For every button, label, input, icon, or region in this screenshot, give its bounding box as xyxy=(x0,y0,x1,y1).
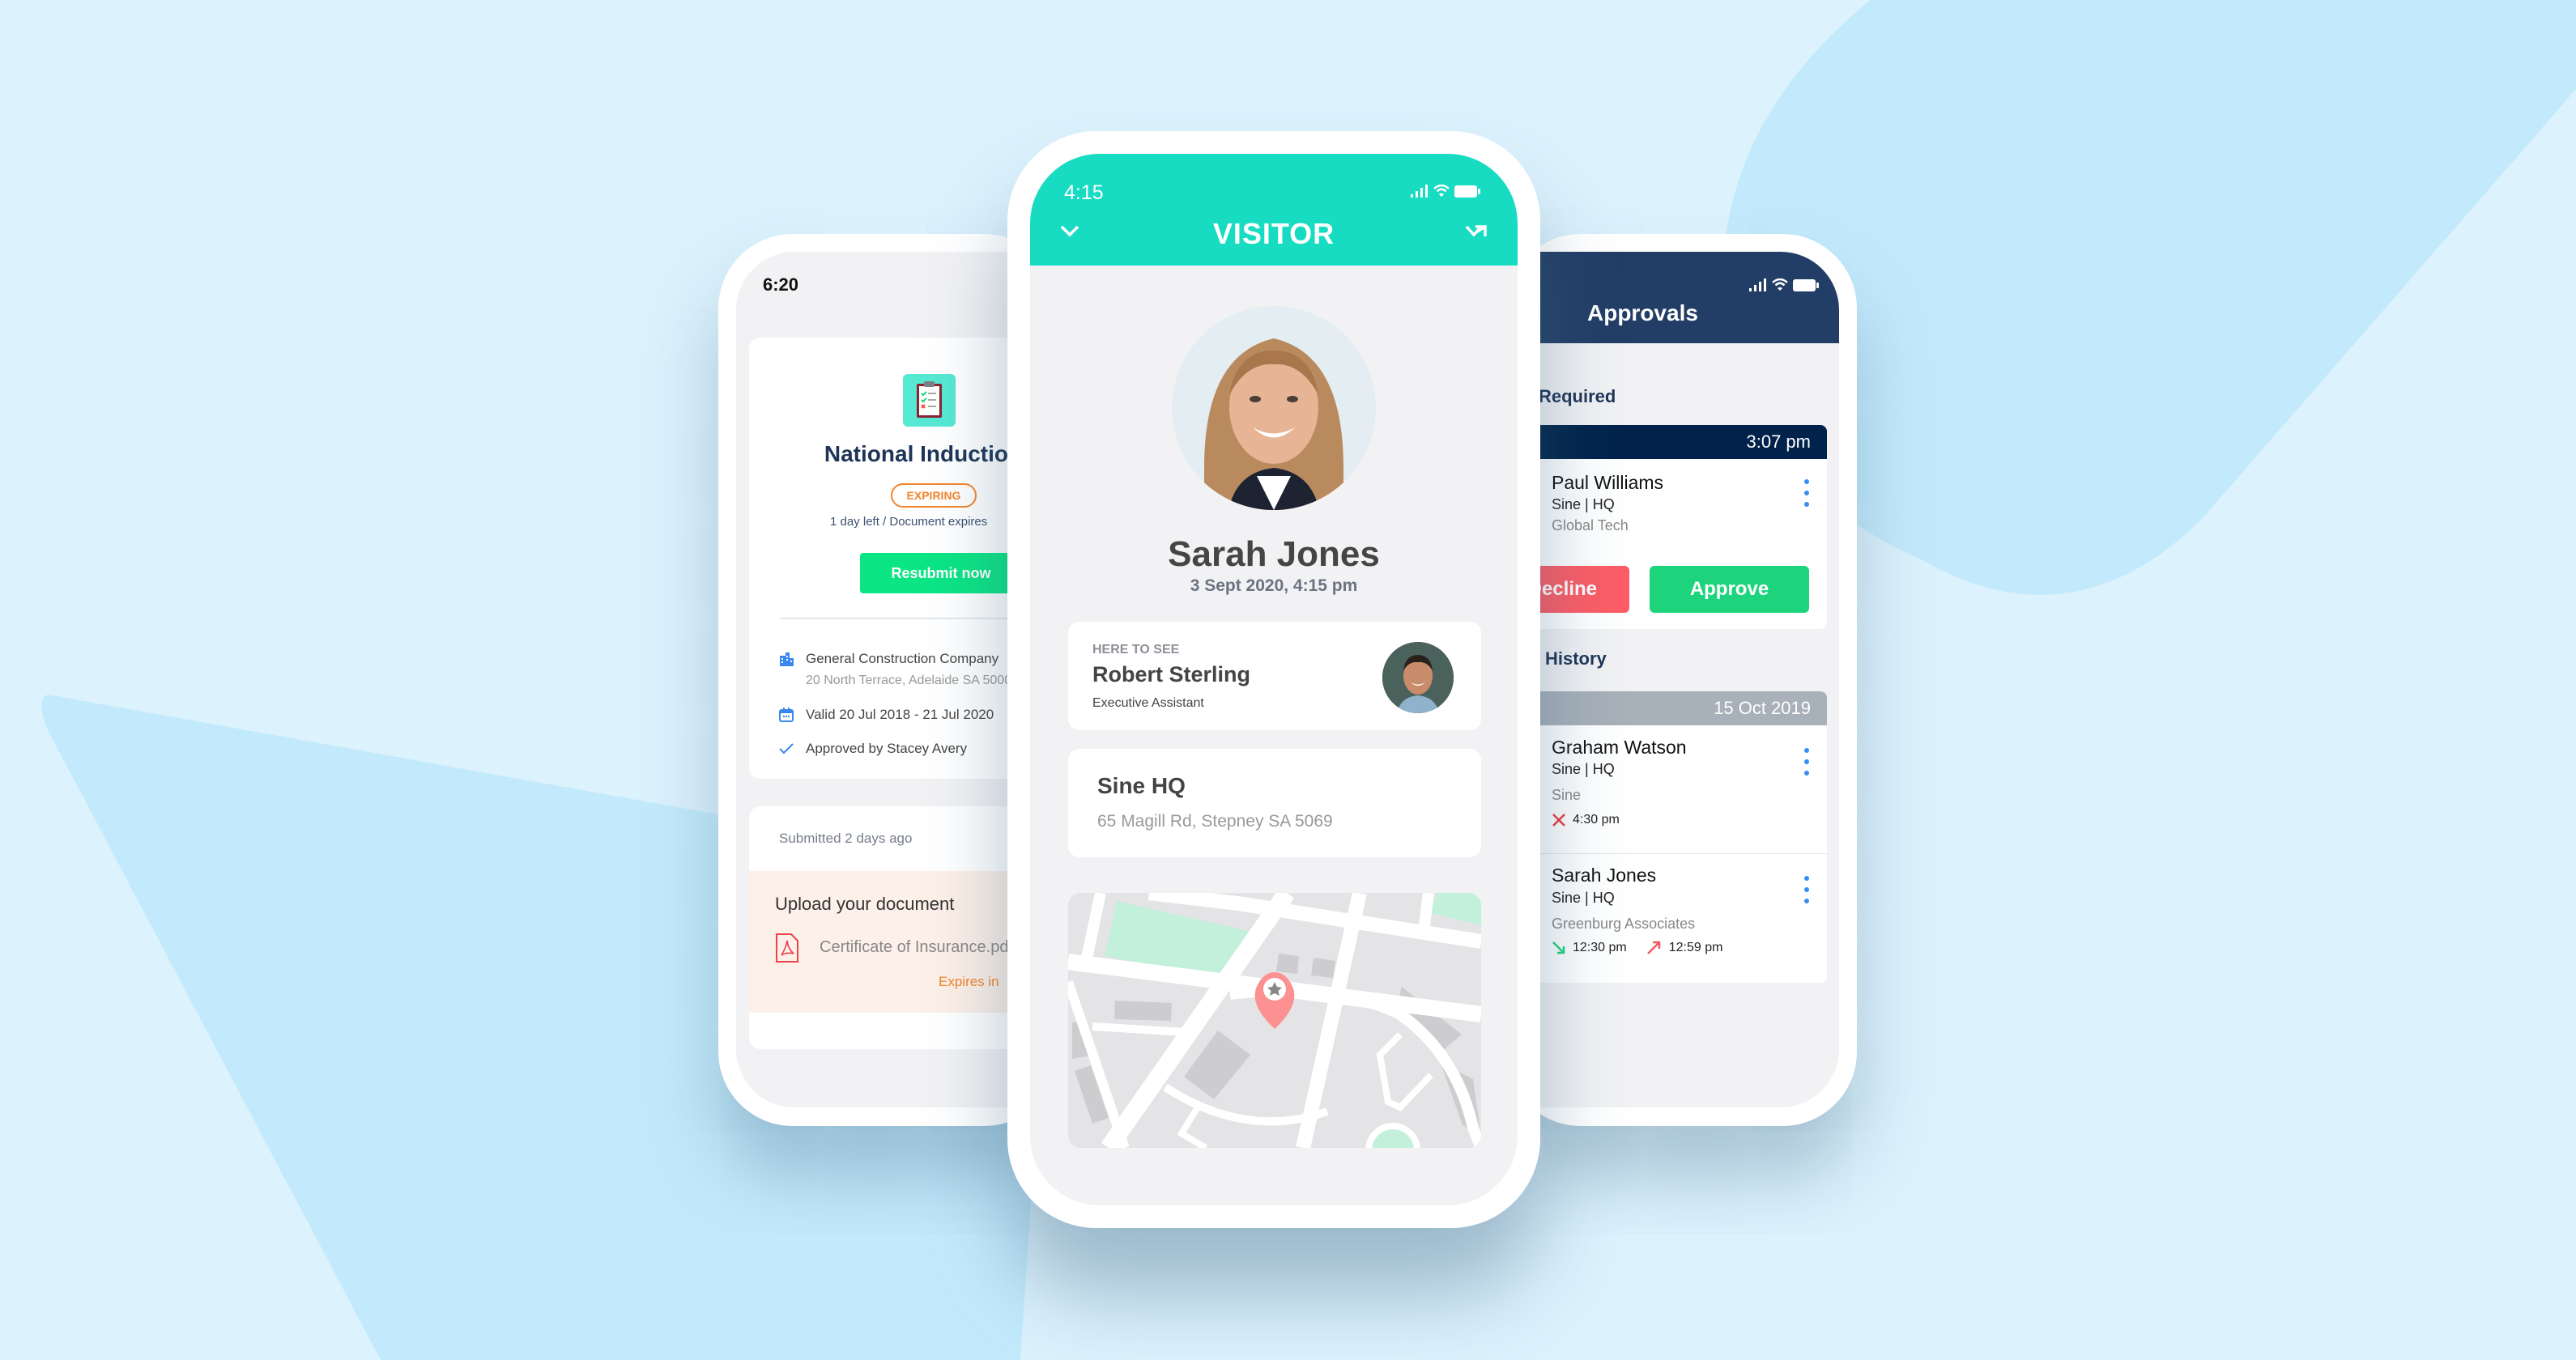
check-icon xyxy=(778,741,794,757)
wifi-icon xyxy=(1772,278,1788,291)
entry-time: 4:30 pm xyxy=(1573,813,1620,827)
status-bar-icons xyxy=(1749,278,1819,291)
host-role: Executive Assistant xyxy=(1092,696,1204,710)
expiring-badge: EXPIRING xyxy=(891,483,977,508)
host-name: Robert Sterling xyxy=(1092,662,1251,686)
phone-visitor: 4:15 VISITOR Sarah Jones 3 Sept 2020, 4:… xyxy=(1007,131,1540,1228)
approval-text: Approved by Stacey Avery xyxy=(806,741,968,756)
sign-in-arrow-icon xyxy=(1552,941,1565,954)
person-location: Sine | HQ xyxy=(1552,496,1615,512)
visitor-avatar xyxy=(1172,306,1376,510)
person-name: Graham Watson xyxy=(1552,737,1687,758)
building-icon xyxy=(778,651,794,667)
host-card[interactable]: HERE TO SEE Robert Sterling Executive As… xyxy=(1068,622,1481,730)
divider xyxy=(1506,853,1827,854)
location-name: Sine HQ xyxy=(1097,773,1186,798)
entry-times: 12:30 pm 12:59 pm xyxy=(1552,941,1722,955)
clipboard-icon xyxy=(903,374,956,427)
resubmit-button[interactable]: Resubmit now xyxy=(860,553,1022,593)
file-expiry: Expires in xyxy=(939,974,999,989)
required-section-title: Required xyxy=(1539,386,1616,406)
battery-icon xyxy=(1793,278,1819,291)
validity-text: Valid 20 Jul 2018 - 21 Jul 2020 xyxy=(806,707,994,722)
person-location: Sine | HQ xyxy=(1552,890,1615,906)
file-name[interactable]: Certificate of Insurance.pdf xyxy=(820,938,1013,957)
x-icon xyxy=(1552,814,1565,827)
signal-icon xyxy=(1411,185,1428,198)
person-org: Sine xyxy=(1552,787,1582,803)
location-map[interactable] xyxy=(1068,893,1481,1148)
person-name: Sarah Jones xyxy=(1552,865,1657,886)
visitor-name: Sarah Jones xyxy=(1168,534,1380,574)
location-address: 65 Magill Rd, Stepney SA 5069 xyxy=(1097,812,1333,831)
person-name: Paul Williams xyxy=(1552,472,1664,493)
sign-in-time: 12:30 pm xyxy=(1573,941,1627,954)
pdf-icon xyxy=(776,933,798,963)
company-name: General Construction Company xyxy=(806,651,999,666)
history-date: 15 Oct 2019 xyxy=(1506,691,1827,725)
host-label: HERE TO SEE xyxy=(1092,643,1180,657)
submitted-status: Submitted 2 days ago xyxy=(779,831,913,846)
upload-title: Upload your document xyxy=(775,894,955,914)
more-options-icon[interactable] xyxy=(1803,876,1811,903)
request-time: 3:07 pm xyxy=(1506,425,1827,459)
visitor-header: 4:15 VISITOR xyxy=(1030,154,1518,266)
entry-status: 4:30 pm xyxy=(1552,813,1620,827)
sign-out-time: 12:59 pm xyxy=(1668,941,1723,954)
calendar-icon xyxy=(778,707,794,723)
status-bar-icons xyxy=(1411,185,1480,198)
company-address: 20 North Terrace, Adelaide SA 5000 xyxy=(806,674,1012,687)
approval-request-card[interactable]: 3:07 pm Paul Williams Sine | HQ Global T… xyxy=(1506,425,1827,629)
history-section-title: History xyxy=(1545,648,1607,669)
person-org: Global Tech xyxy=(1552,517,1629,533)
status-time: 4:15 xyxy=(1064,181,1104,204)
more-options-icon[interactable] xyxy=(1803,479,1811,507)
visitor-title: VISITOR xyxy=(1212,217,1335,250)
person-location: Sine | HQ xyxy=(1552,761,1615,777)
approvals-screen: Approvals Required 3:07 pm Paul Williams… xyxy=(1506,252,1839,1107)
visit-datetime: 3 Sept 2020, 4:15 pm xyxy=(1190,576,1358,595)
more-options-icon[interactable] xyxy=(1803,748,1811,776)
expiry-subtitle: 1 day left / Document expires xyxy=(830,515,988,529)
approve-button[interactable]: Approve xyxy=(1650,566,1809,613)
history-card: 15 Oct 2019 Graham Watson Sine | HQ Sine… xyxy=(1506,691,1827,983)
wifi-icon xyxy=(1433,185,1450,197)
sign-out-arrow-icon xyxy=(1646,941,1660,954)
battery-icon xyxy=(1454,185,1480,198)
approvals-title: Approvals xyxy=(1587,300,1698,325)
visitor-screen: 4:15 VISITOR Sarah Jones 3 Sept 2020, 4:… xyxy=(1030,154,1518,1205)
status-time: 6:20 xyxy=(763,274,799,295)
host-avatar xyxy=(1382,642,1454,713)
sign-out-icon[interactable] xyxy=(1464,220,1488,241)
location-card[interactable]: Sine HQ 65 Magill Rd, Stepney SA 5069 xyxy=(1068,749,1481,857)
approvals-header: Approvals xyxy=(1506,252,1839,343)
person-org: Greenburg Associates xyxy=(1552,916,1696,932)
phone-approvals: Approvals Required 3:07 pm Paul Williams… xyxy=(1506,234,1857,1126)
signal-icon xyxy=(1749,278,1766,291)
